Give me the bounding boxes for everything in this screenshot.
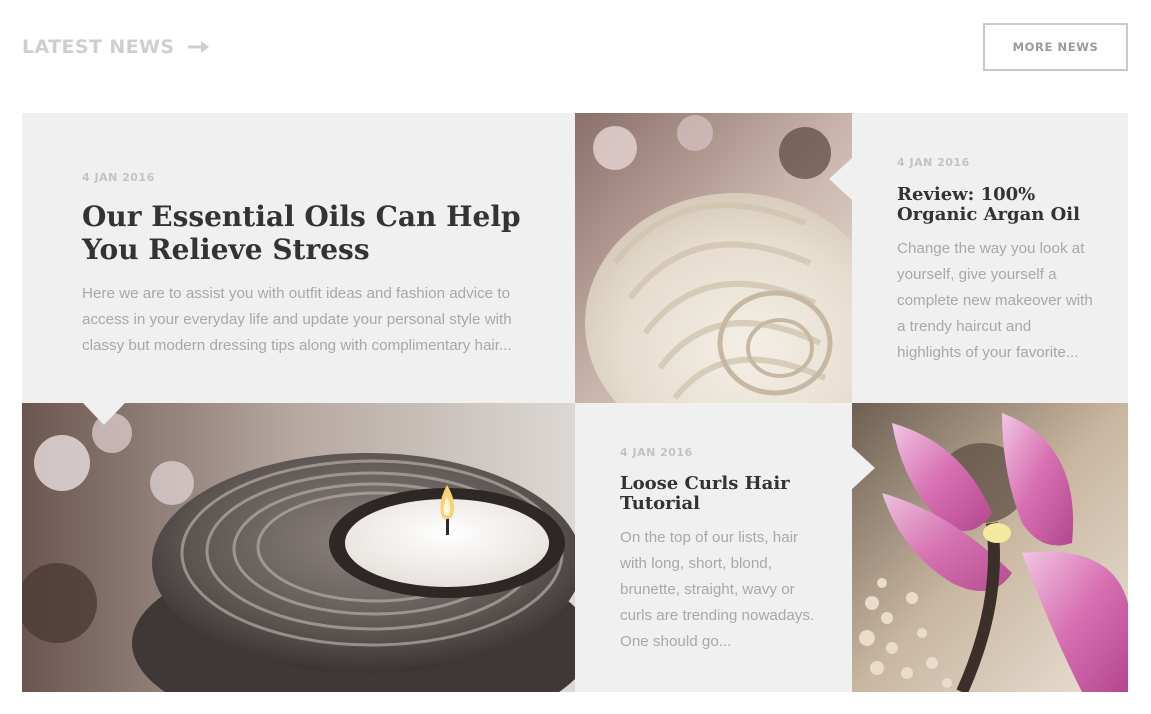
candle-image[interactable] xyxy=(22,403,575,692)
flower-image[interactable] xyxy=(852,403,1128,692)
article-card-featured[interactable]: 4 JAN 2016 Our Essential Oils Can Help Y… xyxy=(22,113,575,403)
article-card[interactable]: 4 JAN 2016 Review: 100% Organic Argan Oi… xyxy=(852,113,1128,403)
pointer-notch xyxy=(829,158,852,200)
pointer-notch xyxy=(83,403,125,425)
article-excerpt: Here we are to assist you with outfit id… xyxy=(82,285,512,354)
article-date: 4 JAN 2016 xyxy=(620,446,693,459)
towel-image[interactable] xyxy=(575,113,852,403)
arrow-right-icon[interactable] xyxy=(188,40,210,54)
article-title[interactable]: Our Essential Oils Can Help You Relieve … xyxy=(82,200,532,266)
more-news-button[interactable]: MORE NEWS xyxy=(983,23,1128,71)
article-date: 4 JAN 2016 xyxy=(82,171,155,184)
section-title-text: LATEST NEWS xyxy=(22,36,175,58)
pointer-notch xyxy=(852,447,875,489)
article-excerpt: On the top of our lists, hair with long,… xyxy=(620,529,815,650)
article-date: 4 JAN 2016 xyxy=(897,156,970,169)
article-excerpt: Change the way you look at yourself, giv… xyxy=(897,240,1093,361)
section-title: LATEST NEWS xyxy=(22,36,210,58)
article-card[interactable]: 4 JAN 2016 Loose Curls Hair Tutorial On … xyxy=(575,403,852,692)
article-title[interactable]: Review: 100% Organic Argan Oil xyxy=(897,185,1097,225)
article-title[interactable]: Loose Curls Hair Tutorial xyxy=(620,474,820,514)
